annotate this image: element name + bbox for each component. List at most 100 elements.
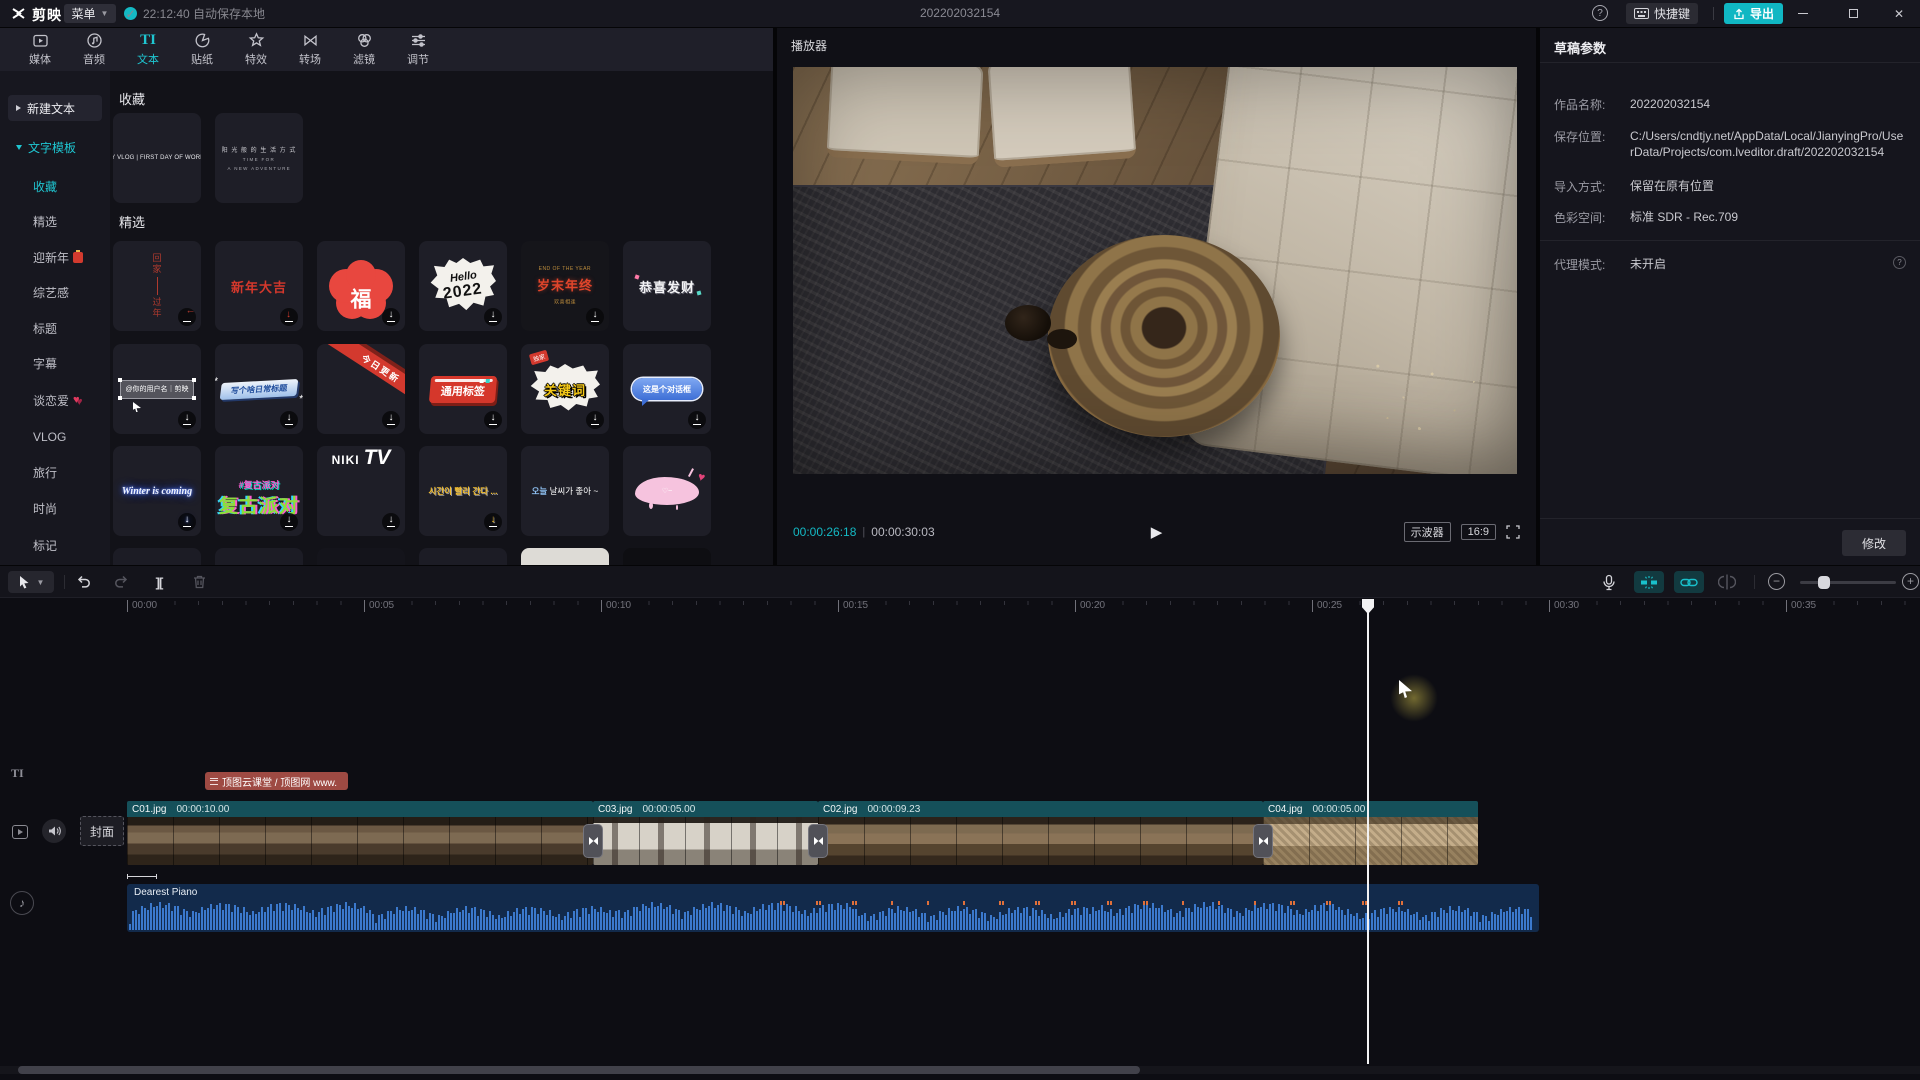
modify-button[interactable]: 修改 bbox=[1842, 530, 1906, 556]
sidebar-group-text-templates[interactable]: 文字模板 bbox=[8, 134, 102, 160]
template-card[interactable] bbox=[215, 548, 303, 565]
template-card[interactable] bbox=[317, 548, 405, 565]
sidebar-item-marks[interactable]: 标记 bbox=[0, 532, 110, 558]
template-card-gohome[interactable]: 回家过年 bbox=[113, 241, 201, 331]
video-preview[interactable] bbox=[793, 67, 1517, 474]
minimize-button[interactable] bbox=[1782, 0, 1824, 27]
sidebar-item-title[interactable]: 标题 bbox=[0, 315, 110, 341]
tab-media[interactable]: 媒体 bbox=[13, 28, 67, 71]
template-card-fav-vlog[interactable]: MY VLOG | FIRST DAY OF WORK | bbox=[113, 113, 201, 203]
sidebar-item-subtitle[interactable]: 字幕 bbox=[0, 350, 110, 376]
template-card-winter[interactable]: Winter is coming bbox=[113, 446, 201, 536]
sidebar-item-variety[interactable]: 综艺感 bbox=[0, 279, 110, 305]
proxy-help-icon[interactable]: ? bbox=[1893, 256, 1906, 269]
select-tool-button[interactable]: ▼ bbox=[8, 571, 54, 593]
shortcuts-button[interactable]: 快捷键 bbox=[1626, 3, 1698, 24]
audio-clip[interactable]: Dearest Piano bbox=[127, 884, 1539, 932]
transition-button[interactable] bbox=[808, 824, 828, 858]
undo-button[interactable] bbox=[72, 571, 94, 593]
template-card-fu[interactable]: 福 bbox=[317, 241, 405, 331]
download-icon[interactable] bbox=[178, 513, 196, 531]
template-card-generic-tag[interactable]: 通用标签 bbox=[419, 344, 507, 434]
sidebar-item-featured[interactable]: 精选 bbox=[0, 208, 110, 234]
download-icon[interactable] bbox=[688, 411, 706, 429]
sidebar-item-love[interactable]: 谈恋爱♥ bbox=[0, 387, 110, 413]
template-card-daily-title[interactable]: 写个啥日常标题 bbox=[215, 344, 303, 434]
download-icon[interactable] bbox=[484, 411, 502, 429]
play-button[interactable]: ▶ bbox=[1151, 523, 1163, 541]
video-clip-c02[interactable]: C02.jpg00:00:09.23 bbox=[818, 801, 1263, 865]
tab-effects[interactable]: 特效 bbox=[229, 28, 283, 71]
template-card[interactable] bbox=[419, 548, 507, 565]
template-card-newyear[interactable]: 新年大吉 bbox=[215, 241, 303, 331]
tab-sticker[interactable]: 贴纸 bbox=[175, 28, 229, 71]
mute-track-button[interactable] bbox=[42, 819, 66, 843]
download-icon[interactable] bbox=[484, 308, 502, 326]
template-card-username[interactable]: @你的用户名｜剪映 bbox=[113, 344, 201, 434]
text-clip[interactable]: 顶图云课堂 / 顶图网 www. bbox=[205, 772, 348, 790]
template-card-dialog-box[interactable]: 这是个对话框 bbox=[623, 344, 711, 434]
sidebar-item-fashion[interactable]: 时尚 bbox=[0, 495, 110, 521]
close-button[interactable]: ✕ bbox=[1878, 0, 1920, 27]
download-icon[interactable] bbox=[280, 513, 298, 531]
cover-button[interactable]: 封面 bbox=[80, 816, 124, 846]
template-card-pink-bubble[interactable]: ♡~♥ bbox=[623, 446, 711, 536]
ratio-button[interactable]: 16:9 bbox=[1461, 524, 1496, 540]
template-card-korean-weather[interactable]: 오늘 날씨가 좋아 ~ bbox=[521, 446, 609, 536]
video-clip-c03[interactable]: C03.jpg00:00:05.00 bbox=[593, 801, 818, 865]
export-button[interactable]: 导出 bbox=[1724, 3, 1783, 24]
zoom-slider-handle[interactable] bbox=[1818, 576, 1830, 589]
delete-button[interactable] bbox=[188, 571, 210, 593]
video-clip-c04[interactable]: C04.jpg00:00:05.00 bbox=[1263, 801, 1478, 865]
transition-button[interactable] bbox=[1253, 824, 1273, 858]
tab-filters[interactable]: 滤镜 bbox=[337, 28, 391, 71]
template-card-niki-tv[interactable]: NIKITV bbox=[317, 446, 405, 536]
zoom-in-icon[interactable]: + bbox=[1902, 573, 1919, 590]
download-icon[interactable] bbox=[382, 513, 400, 531]
sidebar-new-text[interactable]: 新建文本 bbox=[8, 95, 102, 121]
template-card-fav-sunlight[interactable]: 阳 光 般 的 生 活 方 式TIME FORA NEW ADVENTURE bbox=[215, 113, 303, 203]
sidebar-item-vlog[interactable]: VLOG bbox=[0, 424, 110, 450]
download-icon[interactable] bbox=[586, 411, 604, 429]
tab-adjust[interactable]: 调节 bbox=[391, 28, 445, 71]
transition-button[interactable] bbox=[583, 824, 603, 858]
template-card-yearend[interactable]: END OF THE YEAR岁末年终欢喜相逢 bbox=[521, 241, 609, 331]
tab-audio[interactable]: 音频 bbox=[67, 28, 121, 71]
template-card-korean-time[interactable]: 시간이 빨리 간다 ... bbox=[419, 446, 507, 536]
template-card[interactable] bbox=[113, 548, 201, 565]
template-card[interactable] bbox=[521, 548, 609, 565]
download-icon[interactable] bbox=[586, 308, 604, 326]
timeline-zoom-slider[interactable] bbox=[1800, 581, 1896, 584]
sidebar-item-favorites[interactable]: 收藏 bbox=[0, 173, 110, 199]
timeline-ruler[interactable]: 00:00 00:05 00:10 00:15 00:20 00:25 00:3… bbox=[0, 599, 1920, 615]
preview-axis-button[interactable] bbox=[1716, 571, 1738, 593]
zoom-out-icon[interactable]: − bbox=[1768, 573, 1785, 590]
download-icon[interactable] bbox=[178, 308, 196, 326]
video-clip-c01[interactable]: C01.jpg00:00:10.00 bbox=[127, 801, 593, 865]
template-card-today-update[interactable]: 今日更新 bbox=[317, 344, 405, 434]
tab-transitions[interactable]: 转场 bbox=[283, 28, 337, 71]
split-button[interactable]: ][ bbox=[148, 571, 170, 593]
template-card-hello2022[interactable]: Hello2022 bbox=[419, 241, 507, 331]
download-icon[interactable] bbox=[382, 411, 400, 429]
sidebar-item-newyear[interactable]: 迎新年 bbox=[0, 244, 110, 270]
fullscreen-icon[interactable] bbox=[1506, 525, 1520, 539]
scope-button[interactable]: 示波器 bbox=[1404, 522, 1451, 542]
link-toggle[interactable] bbox=[1674, 571, 1704, 593]
tab-text[interactable]: TI文本 bbox=[121, 28, 175, 71]
horizontal-scrollbar[interactable] bbox=[18, 1066, 1140, 1074]
template-card-retro-party[interactable]: #复古派对复古派对 bbox=[215, 446, 303, 536]
sidebar-item-travel[interactable]: 旅行 bbox=[0, 459, 110, 485]
download-icon[interactable] bbox=[178, 411, 196, 429]
playhead[interactable] bbox=[1367, 599, 1369, 1064]
maximize-button[interactable] bbox=[1832, 0, 1874, 27]
download-icon[interactable] bbox=[280, 308, 298, 326]
download-icon[interactable] bbox=[484, 513, 502, 531]
help-icon[interactable]: ? bbox=[1592, 5, 1608, 21]
record-voiceover-button[interactable] bbox=[1598, 571, 1620, 593]
template-card[interactable] bbox=[623, 548, 711, 565]
template-card-gongxifacai[interactable]: 恭喜发财 bbox=[623, 241, 711, 331]
template-card-keyword[interactable]: 关键词独家 bbox=[521, 344, 609, 434]
auto-snap-toggle[interactable] bbox=[1634, 571, 1664, 593]
download-icon[interactable] bbox=[280, 411, 298, 429]
